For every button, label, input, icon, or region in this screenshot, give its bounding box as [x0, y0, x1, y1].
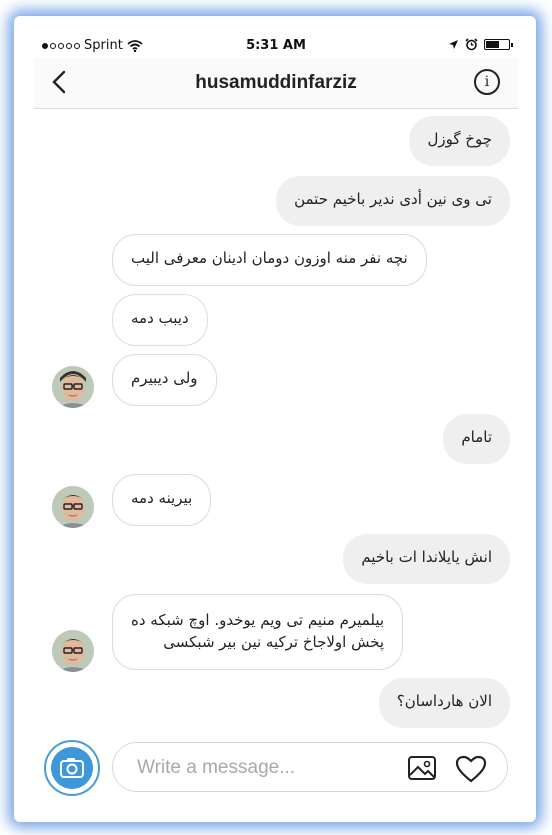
message-text: تامام — [461, 428, 492, 446]
image-icon — [408, 756, 436, 780]
message-bubble-outgoing[interactable]: تامام — [443, 414, 510, 464]
status-bar: Sprint 5:31 AM — [34, 34, 518, 58]
avatar[interactable] — [52, 630, 94, 672]
camera-button[interactable] — [44, 740, 100, 796]
message-bubble-incoming[interactable]: بیلمیرم منیم تی ویم یوخدو. اوچ شبکه ده پ… — [112, 594, 404, 670]
message-text: انش یایلاندا ات باخیم — [361, 548, 492, 566]
avatar-image — [52, 630, 94, 672]
message-bubble-outgoing[interactable]: الان هارداسان؟ — [378, 678, 510, 728]
message-bubble-outgoing[interactable]: انش یایلاندا ات باخیم — [343, 534, 510, 584]
heart-button[interactable] — [455, 755, 487, 783]
message-bubble-incoming[interactable]: دیبب دمه — [112, 294, 208, 346]
message-text-line-2: پخش اولاجاخ ترکیه نین بیر شبکسی — [163, 633, 385, 651]
message-input-placeholder: Write a message... — [137, 757, 296, 778]
camera-icon — [60, 758, 84, 778]
message-text: دیبب دمه — [131, 309, 189, 327]
camera-button-fill — [51, 747, 93, 789]
message-bubble-incoming[interactable]: نچه نفر منه اوزون دومان ادینان معرفی الی… — [112, 234, 427, 286]
phone-screen: Sprint 5:31 AM husamuddinfarziz i چوخ گو… — [34, 34, 518, 802]
heart-icon — [455, 755, 487, 783]
info-icon: i — [484, 74, 490, 90]
message-text: الان هارداسان؟ — [396, 692, 492, 710]
message-text: نچه نفر منه اوزون دومان ادینان معرفی الی… — [131, 249, 408, 267]
message-bubble-outgoing[interactable]: چوخ گوزل — [409, 116, 510, 166]
image-button[interactable] — [407, 755, 437, 781]
message-composer: Write a message... — [34, 734, 518, 802]
message-bubble-incoming[interactable]: بیرینه دمه — [112, 474, 212, 526]
status-left: Sprint — [42, 38, 143, 53]
avatar-image — [52, 486, 94, 528]
info-button[interactable]: i — [474, 69, 500, 95]
carrier-name: Sprint — [84, 38, 123, 53]
signal-dots-icon — [42, 42, 80, 49]
avatar-image — [52, 366, 94, 408]
avatar[interactable] — [52, 486, 94, 528]
message-text: بیرینه دمه — [131, 489, 193, 507]
message-text: تی وی نین أدی ندیر باخیم حتمن — [294, 190, 492, 208]
avatar[interactable] — [52, 366, 94, 408]
message-text: ولی دیبیرم — [131, 369, 198, 387]
message-input[interactable]: Write a message... — [112, 742, 508, 792]
message-bubble-outgoing[interactable]: تی وی نین أدی ندیر باخیم حتمن — [276, 176, 510, 226]
message-bubble-incoming[interactable]: ولی دیبیرم — [112, 354, 217, 406]
wifi-icon — [127, 39, 143, 52]
conversation-header: husamuddinfarziz i — [34, 58, 518, 109]
status-right — [448, 38, 513, 51]
alarm-clock-icon — [465, 38, 478, 51]
battery-icon — [484, 39, 513, 50]
location-arrow-icon — [449, 40, 458, 49]
message-text: چوخ گوزل — [427, 130, 492, 148]
message-text-line-1: بیلمیرم منیم تی ویم یوخدو. اوچ شبکه ده — [131, 611, 385, 629]
conversation-title[interactable]: husamuddinfarziz — [34, 72, 518, 94]
